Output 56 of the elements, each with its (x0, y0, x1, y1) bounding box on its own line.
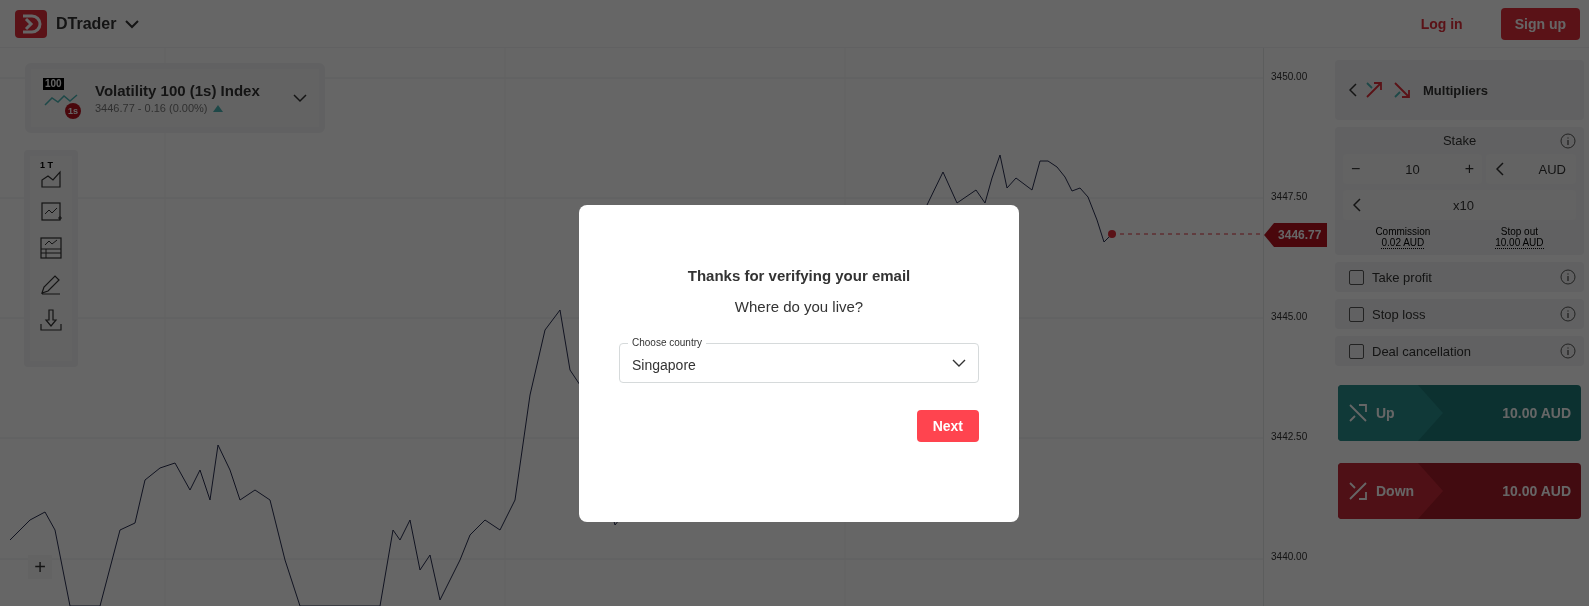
area-chart-icon (40, 170, 62, 188)
chart-table-icon (39, 236, 63, 260)
info-icon (1560, 306, 1576, 322)
checkbox[interactable] (1349, 306, 1364, 322)
symbol-sub-badge: 1s (65, 103, 81, 119)
fall-arrow-icon (1348, 481, 1368, 501)
symbol-badge: 100 (43, 78, 64, 90)
trade-type-selector[interactable]: Multipliers (1335, 60, 1584, 120)
chevron-down-icon (293, 93, 307, 103)
download-button[interactable] (39, 308, 63, 332)
info-icon (1560, 343, 1576, 359)
symbol-name: Volatility 100 (1s) Index (95, 82, 261, 99)
increase-button[interactable]: + (1464, 160, 1474, 178)
fall-arrow-icon (1391, 79, 1413, 101)
login-link[interactable]: Log in (1420, 15, 1463, 32)
rise-arrow-icon (1348, 403, 1368, 423)
indicators-icon (39, 200, 63, 224)
price-axis-label: 3442.50 (1271, 431, 1308, 442)
chevron-down-icon (952, 358, 966, 368)
logo-icon (15, 9, 47, 38)
signup-button[interactable]: Sign up (1500, 7, 1580, 40)
commission-value: 0.02 AUD (1381, 237, 1425, 249)
info-icon (1560, 269, 1576, 285)
next-button[interactable]: Next (916, 410, 979, 442)
dialog-question: Where do you live? (734, 298, 864, 315)
chart-table-button[interactable] (39, 236, 63, 260)
commission-label: Commission (1375, 226, 1431, 237)
price-axis-label: 3450.00 (1271, 71, 1308, 82)
chevron-left-icon (1353, 198, 1361, 212)
chevron-left-icon (1496, 162, 1504, 176)
chart-type-button[interactable]: 1 T (40, 160, 62, 188)
price-axis-label: 3445.00 (1271, 311, 1308, 322)
down-button[interactable]: Down 10.00 AUD (1338, 463, 1581, 519)
current-price-dot (1108, 230, 1116, 238)
chevron-left-icon (1349, 83, 1357, 97)
stop-out-value: 10.00 AUD (1495, 237, 1544, 249)
app-switcher[interactable]: DTrader (56, 14, 140, 33)
price-axis-label: 3447.50 (1271, 191, 1308, 202)
option-label: Take profit (1372, 269, 1432, 285)
field-label: Choose country (628, 336, 707, 349)
info-icon (1560, 133, 1576, 149)
dialog-title: Thanks for verifying your email (687, 267, 911, 284)
decrease-button[interactable]: − (1351, 160, 1361, 178)
stake-label: Stake (1442, 133, 1477, 148)
download-icon (39, 308, 63, 332)
option-label: Deal cancellation (1372, 343, 1471, 359)
sparkline-icon (43, 92, 79, 108)
option-label: Stop loss (1372, 306, 1426, 322)
price-axis-label: 3440.00 (1271, 551, 1308, 562)
stop-out-label: Stop out (1500, 226, 1538, 237)
chevron-down-icon (125, 18, 140, 29)
up-button[interactable]: Up 10.00 AUD (1338, 385, 1581, 441)
indicators-button[interactable] (39, 200, 63, 224)
checkbox[interactable] (1349, 343, 1364, 359)
current-price-tag: 3446.77 (1264, 223, 1328, 247)
checkbox[interactable] (1349, 269, 1364, 285)
